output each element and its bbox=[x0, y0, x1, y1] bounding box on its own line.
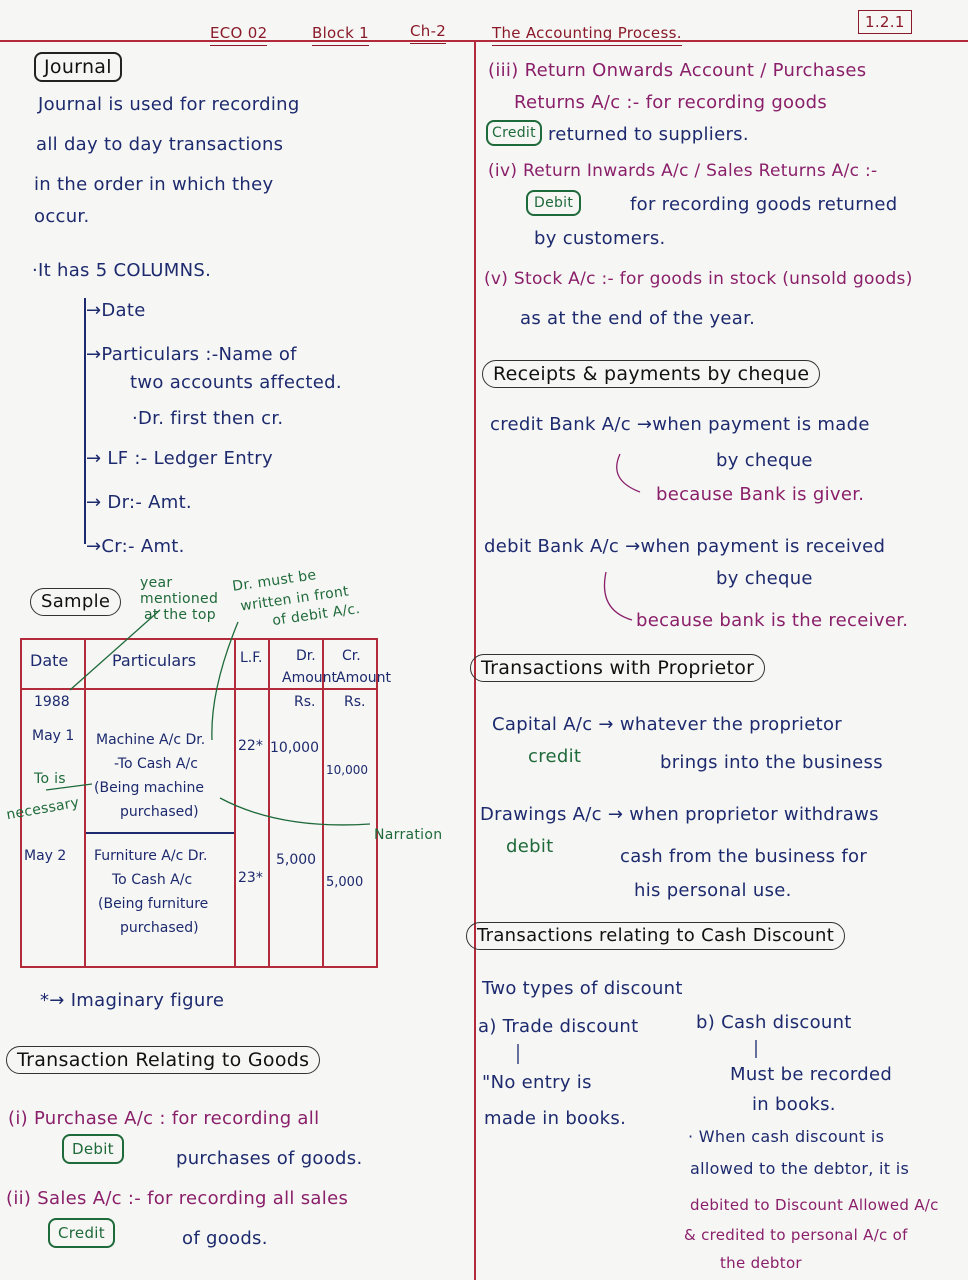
capital-tag: credit bbox=[528, 746, 582, 767]
drawings-line: Drawings A/c → when proprietor withdraws bbox=[480, 804, 879, 825]
cash-discount: b) Cash discount bbox=[696, 1012, 852, 1033]
iii-line2: Returns A/c :- for recording goods bbox=[514, 92, 828, 113]
trade-discount: a) Trade discount bbox=[478, 1016, 639, 1037]
iii-line1: (iii) Return Onwards Account / Purchases bbox=[488, 60, 867, 81]
sales-line: (ii) Sales A/c :- for recording all sale… bbox=[6, 1188, 349, 1209]
drawings-line3: his personal use. bbox=[634, 880, 792, 901]
purchase-tag: Debit bbox=[62, 1134, 124, 1164]
cash-detail-1: · When cash discount is bbox=[688, 1127, 885, 1146]
credit-bank-line: credit Bank A/c →when payment is made bbox=[490, 414, 870, 435]
credit-bank-line2: by cheque bbox=[716, 450, 813, 471]
iii-tag: Credit bbox=[486, 120, 542, 146]
v-line1: (v) Stock A/c :- for goods in stock (uns… bbox=[484, 269, 913, 289]
sales-line2: of goods. bbox=[182, 1228, 268, 1249]
purchase-line: (i) Purchase A/c : for recording all bbox=[8, 1108, 320, 1129]
cheque-title: Receipts & payments by cheque bbox=[482, 360, 821, 388]
capital-line: Capital A/c → whatever the proprietor bbox=[492, 714, 842, 735]
cash-detail-2: allowed to the debtor, it is bbox=[690, 1159, 910, 1178]
purchase-line2: purchases of goods. bbox=[176, 1148, 363, 1169]
iv-line2: for recording goods returned bbox=[630, 194, 898, 215]
cash-detail-4: & credited to personal A/c of bbox=[684, 1226, 908, 1244]
debit-bank-line2: by cheque bbox=[716, 568, 813, 589]
imaginary-note: *→ Imaginary figure bbox=[40, 990, 225, 1011]
goods-title: Transaction Relating to Goods bbox=[6, 1046, 321, 1074]
cash-note-1: Must be recorded bbox=[730, 1064, 893, 1085]
iv-tag: Debit bbox=[526, 190, 582, 216]
iv-line1: (iv) Return Inwards A/c / Sales Returns … bbox=[488, 161, 878, 181]
capital-line2: brings into the business bbox=[660, 752, 883, 773]
cash-note-2: in books. bbox=[752, 1094, 836, 1115]
cash-detail-5: the debtor bbox=[720, 1254, 802, 1272]
sales-tag: Credit bbox=[48, 1218, 115, 1248]
trade-note-1: "No entry is bbox=[482, 1072, 592, 1093]
discount-title: Transactions relating to Cash Discount bbox=[466, 922, 846, 950]
credit-because: because Bank is giver. bbox=[656, 484, 865, 505]
two-types: Two types of discount bbox=[482, 978, 683, 999]
iv-line3: by customers. bbox=[534, 228, 666, 249]
v-line2: as at the end of the year. bbox=[520, 308, 756, 329]
trade-note-2: made in books. bbox=[484, 1108, 627, 1129]
debit-because: because bank is the receiver. bbox=[636, 610, 909, 631]
cash-detail-3: debited to Discount Allowed A/c bbox=[690, 1196, 939, 1214]
notes-page: ECO 02 Block 1 Ch-2 The Accounting Proce… bbox=[0, 0, 968, 1280]
proprietor-title: Transactions with Proprietor bbox=[470, 654, 766, 682]
drawings-tag: debit bbox=[506, 836, 554, 857]
drawings-line2: cash from the business for bbox=[620, 846, 868, 867]
iii-line3: returned to suppliers. bbox=[548, 124, 749, 145]
debit-bank-line: debit Bank A/c →when payment is received bbox=[484, 536, 886, 557]
